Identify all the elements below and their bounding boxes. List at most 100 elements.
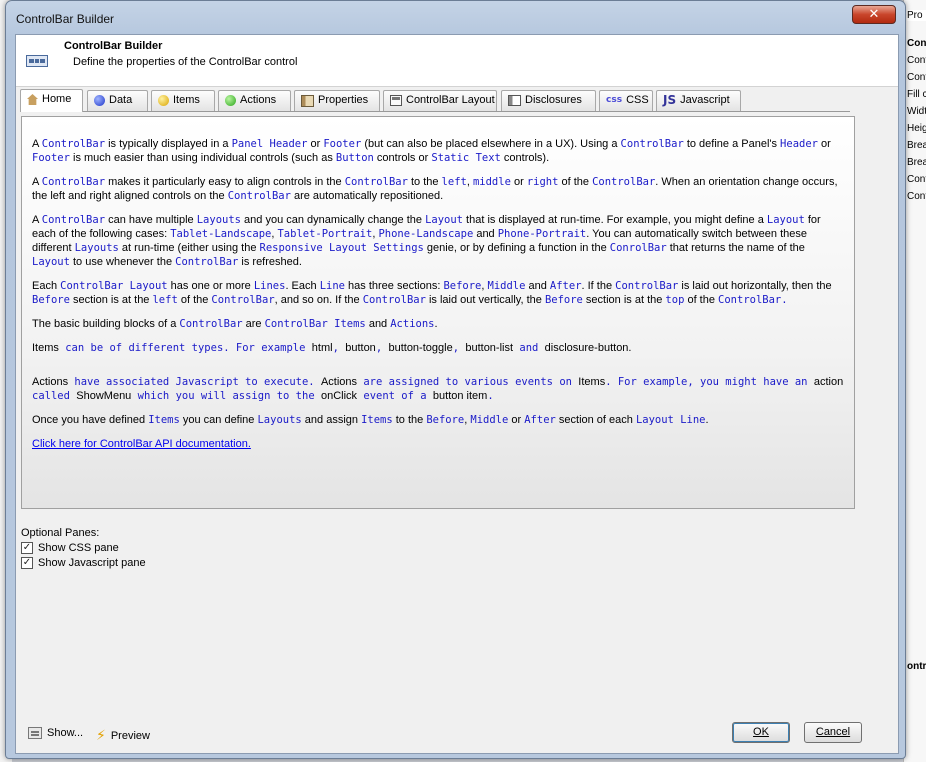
code-term: ControlBar xyxy=(227,190,291,202)
tab-disclosures[interactable]: Disclosures xyxy=(501,90,596,111)
code-term: After xyxy=(524,414,556,426)
code-term: Layout xyxy=(766,214,805,226)
code-term: Static Text xyxy=(431,152,501,164)
tab-label: Disclosures xyxy=(525,94,582,106)
text-segment: . If the xyxy=(581,280,616,292)
code-term: ControlBar Layout xyxy=(60,280,168,292)
text-segment: section of each xyxy=(555,414,636,426)
tab-actions[interactable]: Actions xyxy=(218,90,291,111)
text-segment: and xyxy=(525,280,550,292)
text-segment: , and so on. If the xyxy=(274,294,363,306)
text-segment: A xyxy=(32,214,42,226)
code-term: ConrolBar xyxy=(609,242,667,254)
text-segment: at run-time (either using the xyxy=(118,242,260,254)
show-icon xyxy=(28,727,42,739)
text-segment: that is displayed at run-time. For examp… xyxy=(463,214,767,226)
code-term: have associated Javascript to execute. xyxy=(68,376,321,388)
code-term: . xyxy=(487,390,494,402)
text-segment: . xyxy=(705,414,709,426)
code-term: Lines xyxy=(253,280,286,292)
cancel-label: Cancel xyxy=(815,726,851,738)
tab-label: Home xyxy=(42,93,72,105)
show-css-label: Show CSS pane xyxy=(38,542,119,554)
ok-button[interactable]: OK xyxy=(732,722,790,743)
text-segment: onClick xyxy=(320,390,358,402)
tab-data[interactable]: Data xyxy=(87,90,148,111)
tab-label: Data xyxy=(109,94,133,106)
header-subtitle: Define the properties of the ControlBar … xyxy=(73,56,298,68)
code-term: Layout xyxy=(425,214,463,226)
paragraph: Actions have associated Javascript to ex… xyxy=(32,375,844,403)
background-right-item: Cont xyxy=(907,72,926,83)
background-right-item: Cont xyxy=(907,174,926,185)
code-term: ControlBar xyxy=(41,214,106,226)
code-term: ControlBar xyxy=(175,256,239,268)
blue-dot-icon xyxy=(94,95,105,106)
tab-controlbar-layout[interactable]: ControlBar Layout xyxy=(383,90,497,111)
window-title: ControlBar Builder xyxy=(16,12,115,26)
paragraph: A ControlBar is typically displayed in a… xyxy=(32,137,844,165)
code-term: Items xyxy=(361,414,393,426)
tab-home[interactable]: Home xyxy=(20,89,83,112)
text-segment: action xyxy=(813,376,844,388)
optional-panes-label: Optional Panes: xyxy=(21,527,100,539)
background-right-item: Fill c xyxy=(907,89,926,100)
code-term: Layouts xyxy=(74,242,119,254)
show-javascript-checkbox[interactable]: ✓ xyxy=(21,557,33,569)
text-segment: ShowMenu xyxy=(76,390,132,402)
code-term: Before xyxy=(443,280,482,292)
tab-css[interactable]: css CSS xyxy=(599,90,653,111)
text-segment: A xyxy=(32,176,42,188)
tab-strip: Home Data Items Actions Properties Contr… xyxy=(20,89,850,112)
text-segment: makes it particularly easy to align cont… xyxy=(105,176,345,188)
show-button[interactable]: Show... xyxy=(28,727,83,739)
tab-properties[interactable]: Properties xyxy=(294,90,380,111)
code-term: event of a xyxy=(357,390,433,402)
code-term: , xyxy=(452,342,466,354)
code-term: Items xyxy=(148,414,180,426)
code-term: , xyxy=(375,342,389,354)
show-javascript-pane-option[interactable]: ✓ Show Javascript pane xyxy=(21,557,146,569)
paragraph: Items can be of different types. For exa… xyxy=(32,341,844,355)
text-segment: . xyxy=(434,318,438,330)
text-segment: is much easier than using individual con… xyxy=(69,152,336,164)
code-term: Before xyxy=(544,294,583,306)
text-segment: is refreshed. xyxy=(238,256,302,268)
code-term: left xyxy=(152,294,178,306)
code-term: Before xyxy=(32,294,70,306)
text-segment: to the xyxy=(407,176,442,188)
code-term: can be of different types. For example xyxy=(58,342,312,354)
text-segment: section is at the xyxy=(69,294,153,306)
text-segment: Items xyxy=(578,376,606,388)
preview-button[interactable]: ⚡ Preview xyxy=(96,727,150,744)
api-documentation-link[interactable]: Click here for ControlBar API documentat… xyxy=(32,438,251,450)
text-segment: or xyxy=(307,138,324,150)
show-css-pane-option[interactable]: ✓ Show CSS pane xyxy=(21,542,119,554)
code-term: Layout Line xyxy=(635,414,706,426)
text-segment: of the xyxy=(177,294,212,306)
close-button[interactable]: ✕ xyxy=(852,5,896,24)
code-term: Tablet-Portrait xyxy=(277,228,373,240)
text-segment: to define a Panel's xyxy=(683,138,781,150)
tab-label: Actions xyxy=(240,94,277,106)
code-term: Middle xyxy=(470,414,509,426)
text-segment: or xyxy=(817,138,831,150)
text-segment: is laid out vertically, the xyxy=(425,294,545,306)
code-term: ControlBar xyxy=(41,176,106,188)
show-css-checkbox[interactable]: ✓ xyxy=(21,542,33,554)
tab-javascript[interactable]: JS Javascript xyxy=(656,90,741,111)
code-term: which you will assign to the xyxy=(131,390,321,402)
code-term: ControlBar xyxy=(362,294,426,306)
background-right-item: Cont xyxy=(907,191,926,202)
show-label: Show... xyxy=(47,727,84,739)
cancel-button[interactable]: Cancel xyxy=(804,722,862,743)
text-segment: has one or more xyxy=(167,280,254,292)
text-segment: button item xyxy=(432,390,488,402)
text-segment: genie, or by defining a function in the xyxy=(423,242,610,254)
text-segment: Each xyxy=(32,280,61,292)
code-term: ControlBar xyxy=(41,138,106,150)
tab-items[interactable]: Items xyxy=(151,90,215,111)
code-term: ControlBar xyxy=(211,294,275,306)
code-term: ControlBar Items xyxy=(264,318,366,330)
code-term: middle xyxy=(472,176,511,188)
